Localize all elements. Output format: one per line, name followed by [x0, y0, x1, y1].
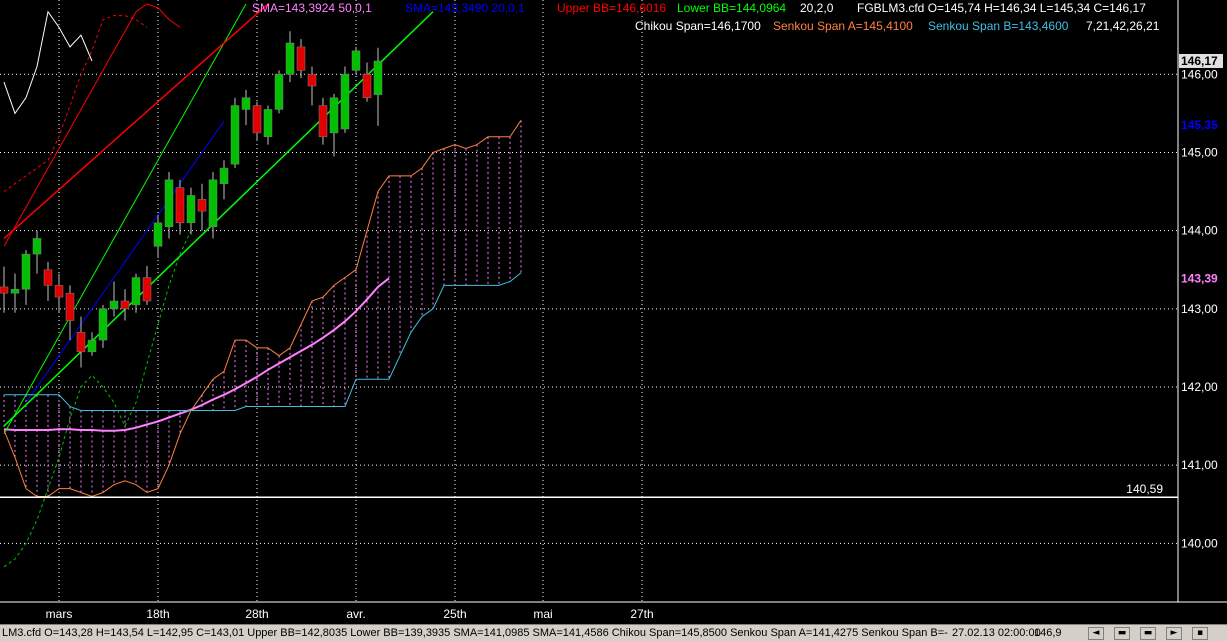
y-tick-label: 146,00	[1181, 67, 1218, 81]
candle-down	[362, 74, 372, 98]
last-price-label: 146,17	[1181, 54, 1218, 68]
x-tick-label: 28th	[245, 607, 268, 621]
candle-up	[340, 74, 350, 130]
candle-down	[54, 285, 64, 298]
candle-up	[208, 179, 218, 227]
candle-up	[351, 50, 361, 71]
zoom-in-icon[interactable]: ▬	[1140, 627, 1156, 640]
candle-down	[296, 46, 306, 71]
candle-down	[175, 187, 185, 224]
y-tick-label: 141,00	[1181, 458, 1218, 472]
symbol-ohlc-legend: FGBLM3.cfd O=145,74 H=146,34 L=145,34 C=…	[857, 1, 1146, 15]
candle-up	[241, 97, 251, 110]
x-tick-label: 27th	[630, 607, 653, 621]
candle-up	[373, 60, 383, 95]
candle-down	[142, 277, 152, 302]
candle-down	[76, 332, 86, 353]
candle-up	[263, 109, 273, 138]
candle-up	[219, 167, 229, 184]
sma20-price-label: 145,35	[1181, 118, 1218, 132]
status-bar: LM3.cfd O=143,28 H=143,54 L=142,95 C=143…	[0, 624, 1227, 641]
candle-up	[274, 74, 284, 110]
candle-down	[197, 199, 207, 212]
status-cursor-time: 27.02.13 02:00:00	[952, 627, 1041, 639]
price-chart[interactable]: 140,00 141,00 142,00 143,00 144,00 145,00 146,…	[0, 0, 1227, 624]
sma50-price-label: 143,39	[1181, 271, 1218, 285]
candle-up	[87, 339, 97, 353]
y-tick-label: 143,00	[1181, 302, 1218, 316]
candle-up	[98, 308, 108, 341]
candle-up	[285, 42, 295, 75]
candle-up	[230, 105, 240, 165]
candle-up	[109, 300, 119, 310]
chikou-legend: Chikou Span=146,1700	[635, 19, 761, 33]
x-tick-label: avr.	[346, 607, 365, 621]
senkou-a-legend: Senkou Span A=145,4100	[773, 19, 913, 33]
scroll-left-icon[interactable]: ◄	[1088, 627, 1104, 640]
scroll-right-icon[interactable]: ►	[1166, 627, 1182, 640]
bb-params-legend: 20,2,0	[800, 1, 834, 15]
x-tick-label: mai	[533, 607, 552, 621]
candle-up	[186, 195, 196, 224]
chart-background	[0, 0, 1227, 624]
candle-up	[10, 289, 20, 294]
candle-down	[120, 300, 130, 310]
sma20-legend: SMA=145,3490 20,0,1	[405, 1, 525, 15]
candle-down	[252, 105, 262, 134]
candle-down	[43, 269, 53, 286]
y-tick-label: 145,00	[1181, 145, 1218, 159]
x-tick-label: mars	[46, 607, 73, 621]
candle-up	[153, 222, 163, 247]
y-tick-label: 144,00	[1181, 224, 1218, 238]
lower-bb-legend: Lower BB=144,0964	[677, 1, 787, 15]
candle-up	[164, 179, 174, 227]
zoom-out-icon[interactable]: ▬	[1114, 627, 1130, 640]
candle-up	[32, 238, 42, 255]
candle-down	[318, 105, 328, 138]
x-tick-label: 18th	[146, 607, 169, 621]
sma50-legend: SMA=143,3924 50,0,1	[252, 1, 372, 15]
candle-up	[329, 97, 339, 134]
senkou-b-legend: Senkou Span B=143,4600	[928, 19, 1069, 33]
candle-up	[21, 253, 31, 290]
x-tick-label: 25th	[443, 607, 466, 621]
candle-down	[307, 74, 317, 87]
settings-icon[interactable]: ▪	[1192, 627, 1208, 640]
y-tick-label: 142,00	[1181, 380, 1218, 394]
candle-down	[65, 292, 75, 321]
upper-bb-legend: Upper BB=146,6016	[557, 1, 667, 15]
y-tick-label: 140,00	[1181, 536, 1218, 550]
candle-up	[131, 277, 141, 306]
ichimoku-params-legend: 7,21,42,26,21	[1086, 19, 1160, 33]
hline-value-label: 140,59	[1126, 482, 1163, 496]
status-cursor-price: 146,9	[1034, 627, 1062, 639]
candle-down	[0, 286, 9, 294]
status-cursor-data: LM3.cfd O=143,28 H=143,54 L=142,95 C=143…	[2, 627, 948, 639]
